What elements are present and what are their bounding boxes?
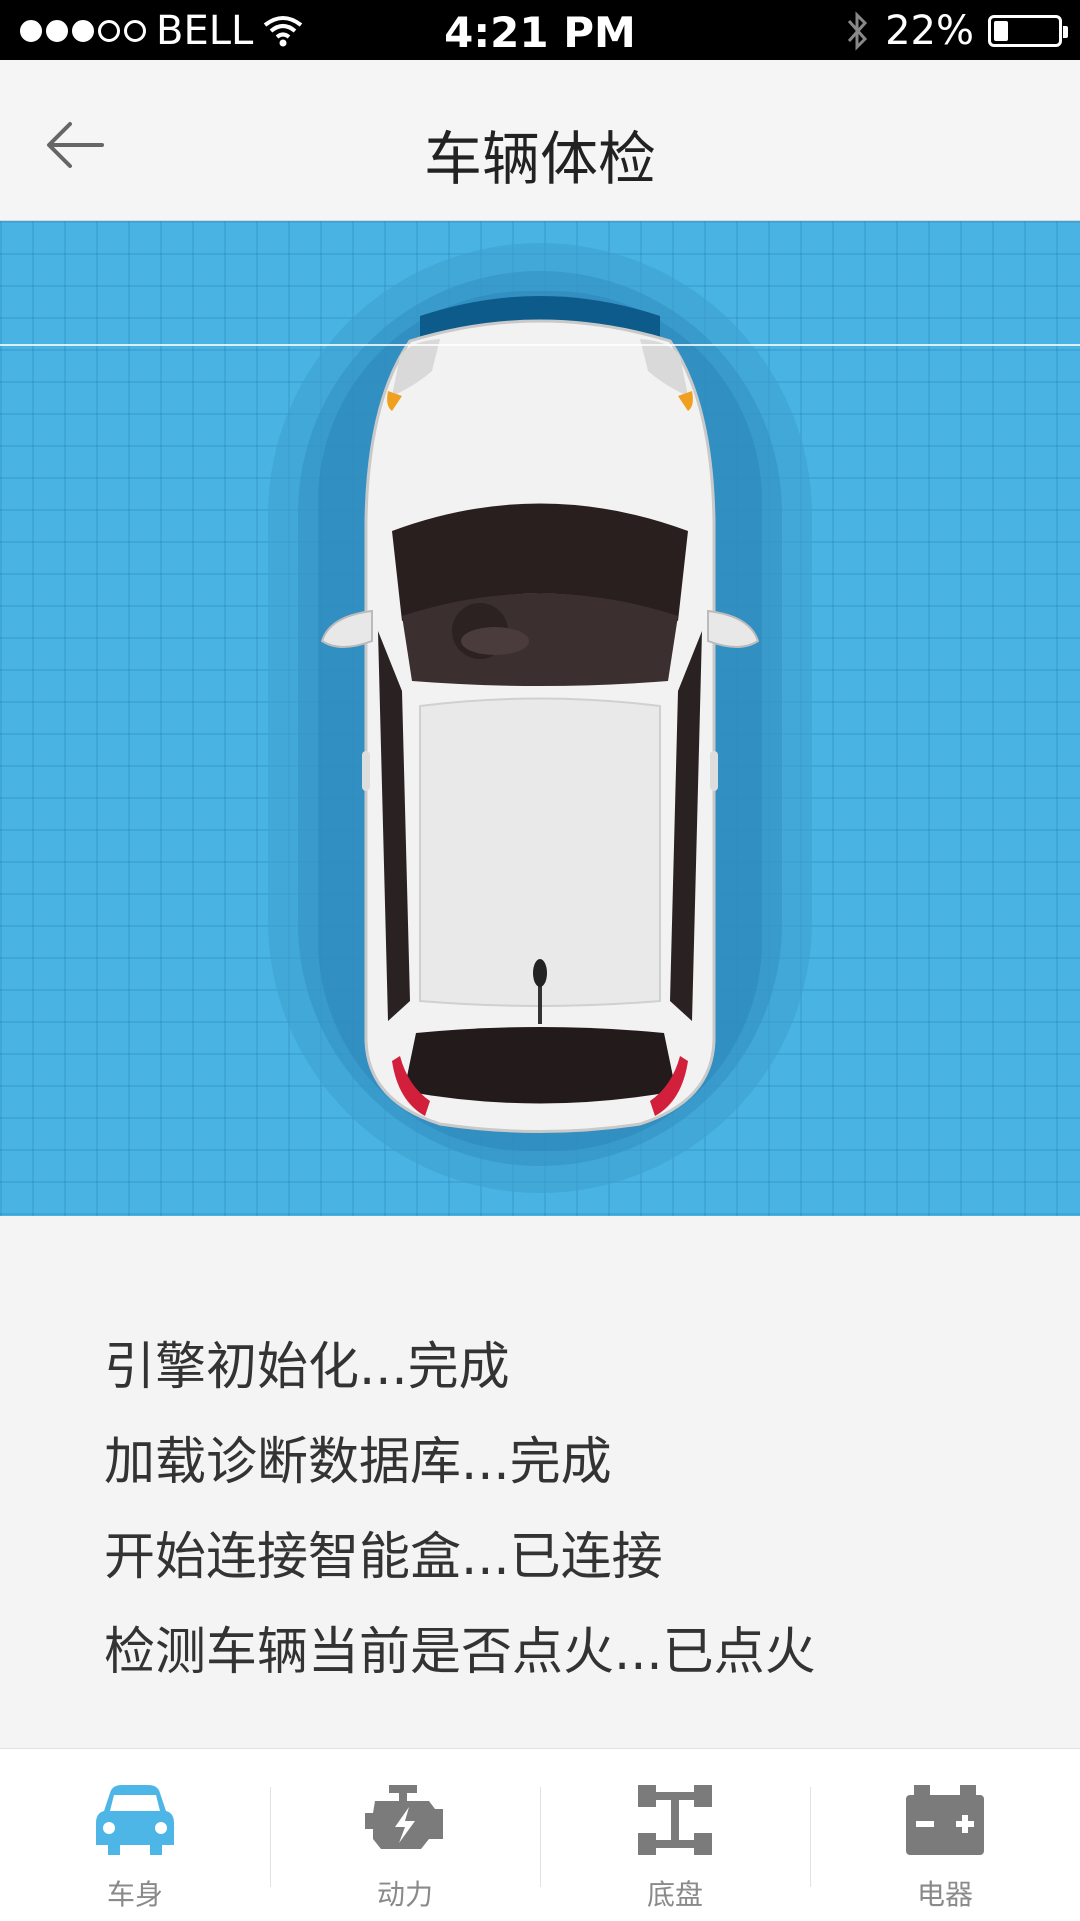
log-line: 检测车辆当前是否点火...已点火 — [104, 1623, 816, 1682]
tab-label: 底盘 — [646, 1878, 703, 1911]
tab-label: 车身 — [106, 1878, 163, 1911]
battery-icon — [906, 1785, 984, 1855]
log-line: 引擎初始化...完成 — [104, 1338, 510, 1397]
car-top-view-illustration — [268, 243, 812, 1193]
tab-label: 动力 — [376, 1878, 433, 1911]
status-right: 22% — [845, 8, 1068, 54]
diagnostic-log: 引擎初始化...完成 加载诊断数据库...完成 开始连接智能盒...已连接 检测… — [104, 1320, 816, 1700]
battery-icon — [988, 15, 1068, 47]
tab-power[interactable]: 动力 — [270, 1749, 540, 1921]
battery-percent: 22% — [885, 8, 974, 54]
nav-bar: 车辆体检 — [0, 60, 1080, 221]
status-bar: BELL 4:21 PM 22% — [0, 0, 1080, 60]
tab-bar: 车身 动力 底盘 电器 — [0, 1748, 1080, 1921]
tab-electrical[interactable]: 电器 — [810, 1749, 1080, 1921]
tab-body[interactable]: 车身 — [0, 1749, 270, 1921]
chassis-icon — [638, 1785, 712, 1855]
tab-chassis[interactable]: 底盘 — [540, 1749, 810, 1921]
page-title: 车辆体检 — [423, 125, 656, 193]
scan-line — [0, 344, 1080, 346]
bluetooth-icon — [847, 11, 868, 51]
car-scan-panel — [0, 221, 1080, 1216]
tab-label: 电器 — [916, 1878, 973, 1911]
log-line: 加载诊断数据库...完成 — [104, 1433, 612, 1492]
battery-level — [994, 21, 1008, 41]
engine-icon — [365, 1785, 443, 1849]
log-line: 开始连接智能盒...已连接 — [104, 1528, 663, 1587]
car-icon — [96, 1785, 174, 1855]
